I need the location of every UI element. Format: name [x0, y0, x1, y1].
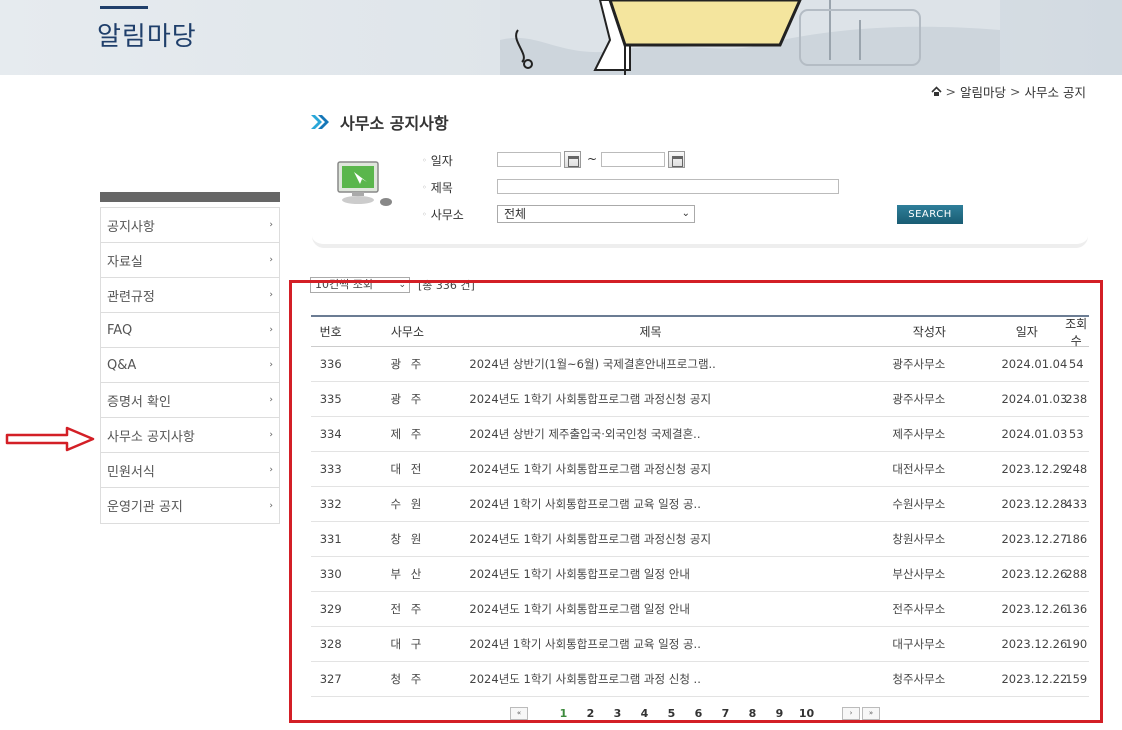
sidebar-item-certificate[interactable]: 증명서 확인 ›: [101, 383, 279, 418]
page-title: 사무소 공지사항: [340, 114, 449, 133]
search-button[interactable]: SEARCH: [897, 205, 963, 224]
title-search-input[interactable]: [497, 179, 839, 194]
chevron-right-icon: ›: [269, 430, 273, 440]
date-label: ◦ 일자: [422, 154, 453, 168]
chevron-right-icon: ›: [269, 465, 273, 475]
sidebar-item-office-notice[interactable]: 사무소 공지사항 ›: [101, 418, 279, 453]
breadcrumb-separator: >: [1010, 84, 1021, 99]
title-label: ◦ 제목: [422, 181, 453, 195]
chevron-right-icon: ›: [269, 360, 273, 370]
home-icon[interactable]: [930, 86, 942, 97]
chevron-right-icon: ›: [269, 290, 273, 300]
date-from-input[interactable]: [497, 152, 561, 167]
sidebar-item-faq[interactable]: FAQ ›: [101, 313, 279, 348]
top-banner: 알림마당: [0, 0, 1122, 75]
office-label: ◦ 사무소: [422, 208, 464, 222]
annotation-arrow-icon: [5, 426, 95, 452]
computer-icon: [337, 161, 392, 206]
sidebar-item-forms[interactable]: 민원서식 ›: [101, 453, 279, 488]
double-chevron-icon: [311, 115, 329, 129]
sidebar-item-regulations[interactable]: 관련규정 ›: [101, 278, 279, 313]
sidebar-item-qna[interactable]: Q&A ›: [101, 348, 279, 383]
date-to-input[interactable]: [601, 152, 665, 167]
banner-title: 알림마당: [97, 22, 197, 52]
chevron-right-icon: ›: [269, 395, 273, 405]
sidebar-nav: 공지사항 › 자료실 › 관련규정 › FAQ › Q&A › 증명서 확인 › 사무소 공…: [100, 207, 280, 524]
sidebar-item-operator-notice[interactable]: 운영기관 공지 ›: [101, 488, 279, 523]
sidebar-item-archive[interactable]: 자료실 ›: [101, 243, 279, 278]
sidebar-header-bar: [100, 192, 280, 202]
breadcrumb: > 알림마당 > 사무소 공지: [930, 82, 1086, 101]
page-title-wrap: 사무소 공지사항: [310, 110, 449, 134]
office-select-value: 전체: [504, 207, 527, 221]
chevron-right-icon: ›: [269, 220, 273, 230]
search-panel: ◦ 일자 ~ ◦ 제목 ◦ 사무소 전체 ⌄ SEARCH: [312, 140, 1088, 248]
chevron-down-icon: ⌄: [681, 208, 690, 219]
chevron-right-icon: ›: [269, 255, 273, 265]
chevron-right-icon: ›: [269, 500, 273, 511]
breadcrumb-item-office-notice: 사무소 공지: [1024, 85, 1086, 100]
office-select[interactable]: 전체 ⌄: [497, 205, 695, 223]
chevron-right-icon: ›: [269, 325, 273, 335]
banner-illustration: [500, 0, 1000, 75]
highlight-box: [289, 280, 1103, 723]
banner-accent-bar: [100, 6, 148, 9]
sidebar-item-notice[interactable]: 공지사항 ›: [101, 208, 279, 243]
calendar-icon[interactable]: [564, 151, 581, 168]
breadcrumb-separator: >: [945, 84, 957, 99]
date-range-tilde: ~: [587, 152, 598, 166]
calendar-icon[interactable]: [668, 151, 685, 168]
breadcrumb-item-notice[interactable]: 알림마당: [960, 82, 1006, 101]
